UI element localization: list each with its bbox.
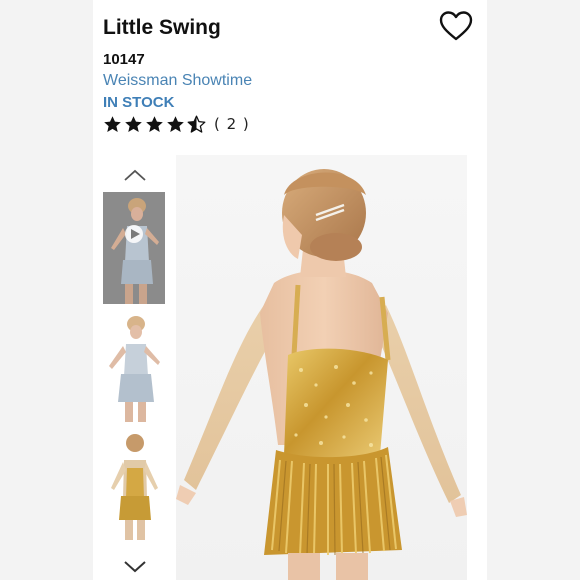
gallery-thumbnail-video[interactable] [103, 192, 165, 304]
product-title: Little Swing [103, 16, 221, 39]
star-half-icon [187, 115, 206, 133]
chevron-down-icon [124, 561, 146, 573]
star-icon [104, 115, 121, 132]
review-count: ( 2 ) [214, 115, 250, 133]
rating[interactable]: ( 2 ) [103, 113, 250, 135]
star-icon [167, 115, 184, 132]
gallery-down-button[interactable] [123, 560, 147, 574]
star-icon [125, 115, 142, 132]
brand-link[interactable]: Weissman Showtime [103, 72, 252, 90]
gallery-thumbnail[interactable] [103, 310, 165, 422]
product-sku: 10147 [103, 51, 145, 68]
product-card: Little Swing 10147 Weissman Showtime IN … [93, 0, 487, 580]
gallery-thumbnail[interactable] [103, 428, 165, 540]
main-product-image[interactable] [176, 155, 467, 580]
star-icon [146, 115, 163, 132]
chevron-up-icon [124, 169, 146, 181]
play-icon [125, 225, 143, 243]
favorite-button[interactable] [439, 10, 473, 42]
stock-status: IN STOCK [103, 94, 175, 111]
heart-icon [439, 11, 473, 41]
gallery-up-button[interactable] [123, 168, 147, 182]
